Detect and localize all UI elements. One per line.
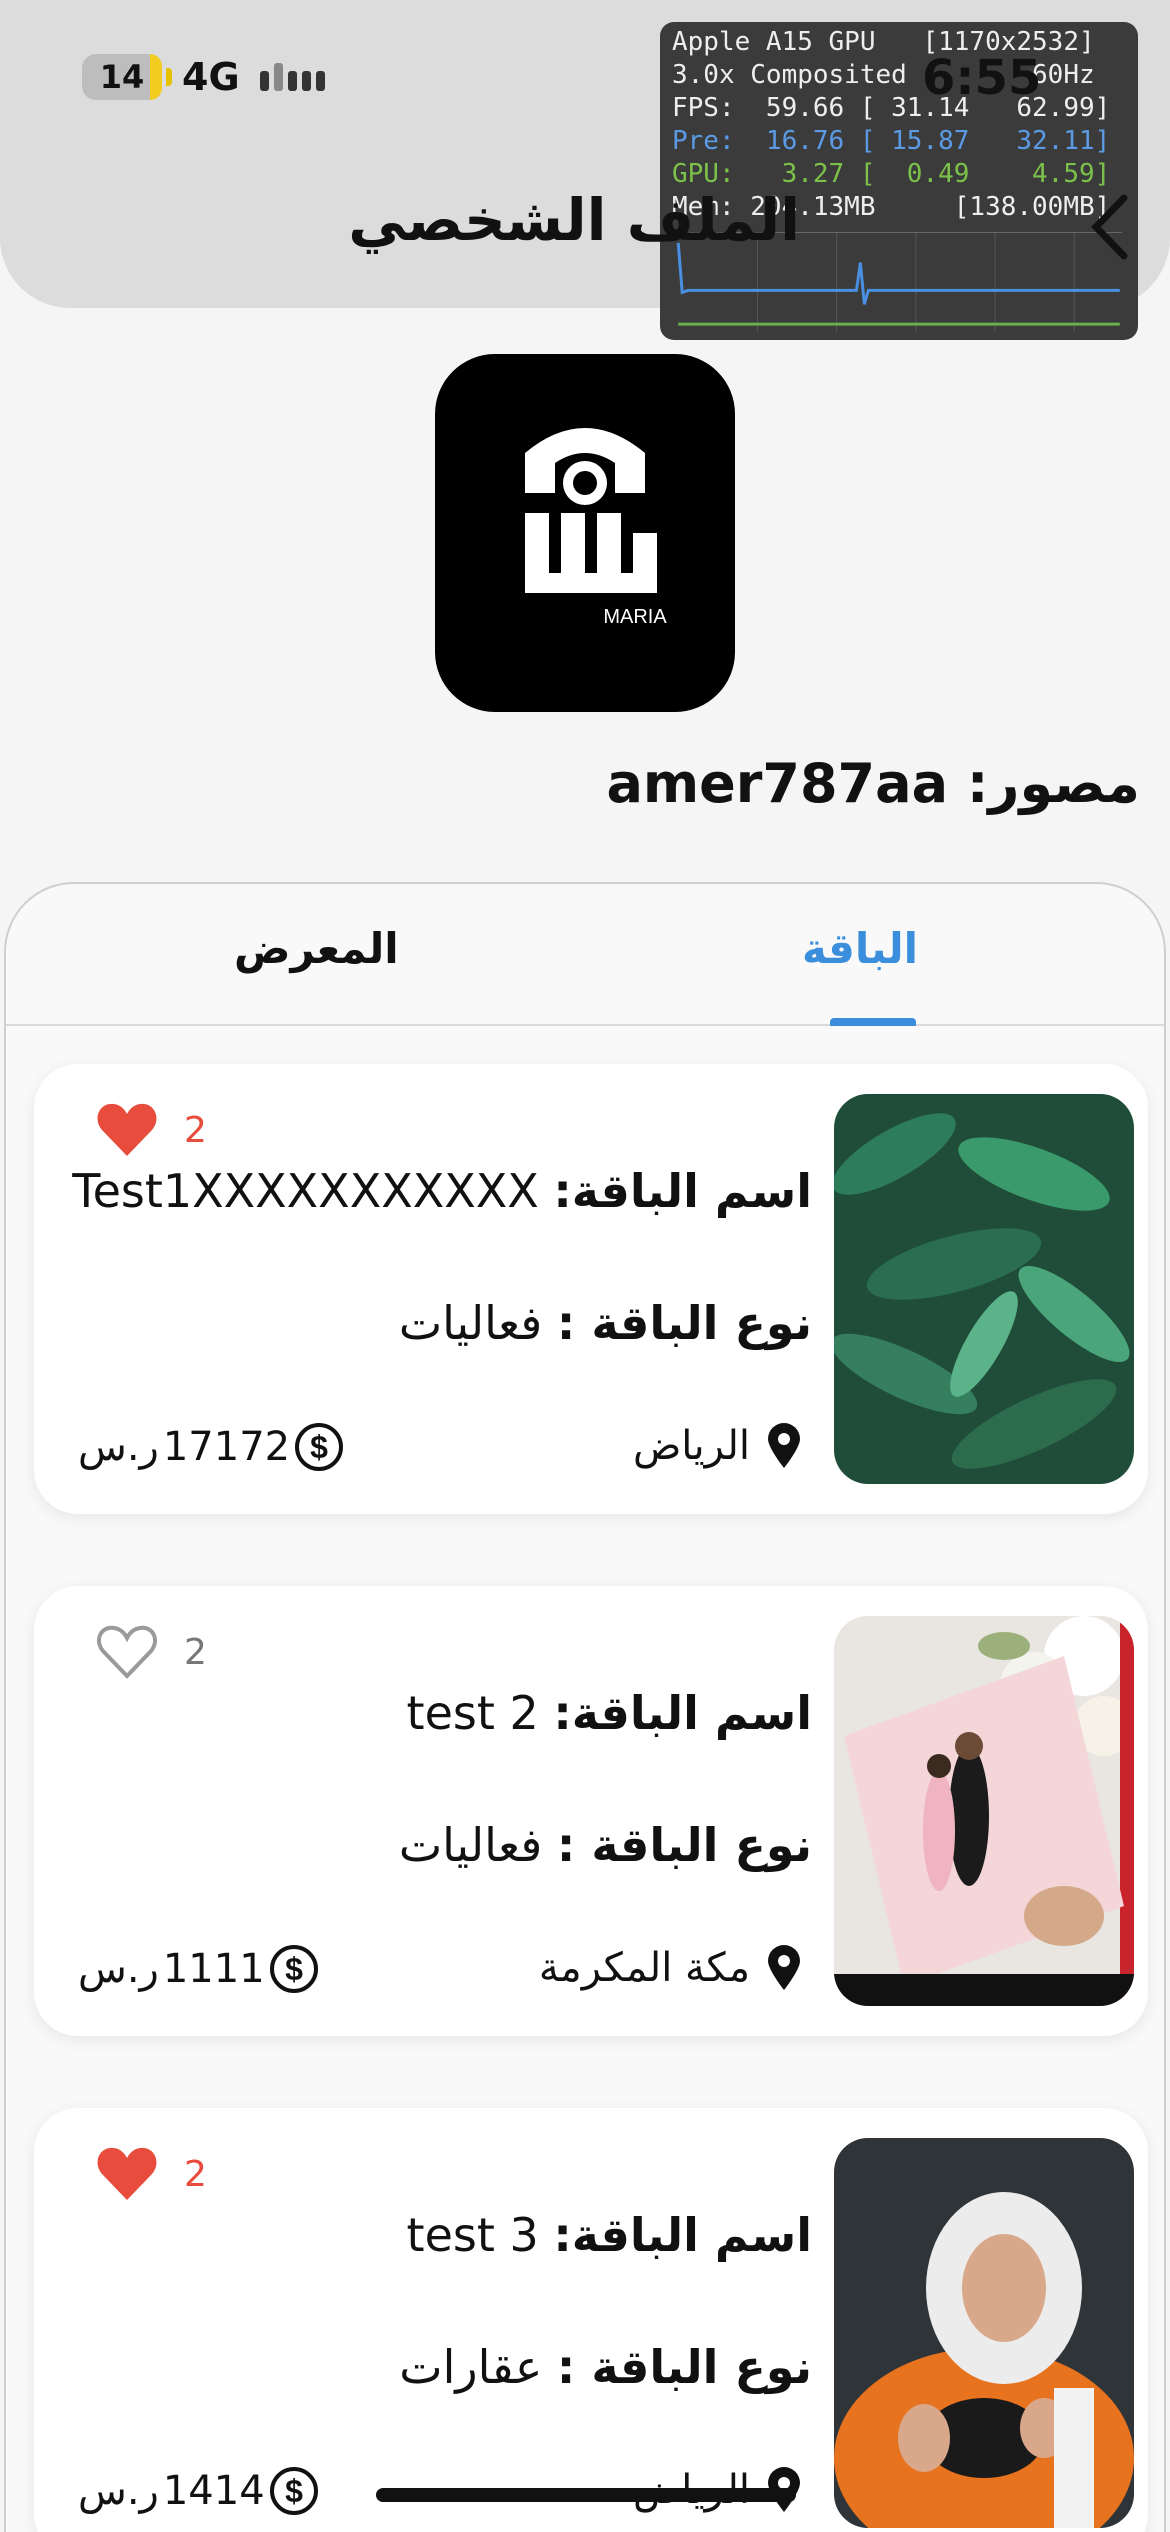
svg-text:$: $ [310, 1429, 328, 1465]
like-count: 2 [184, 2153, 207, 2195]
package-name-value: Test1XXXXXXXXXXX… [72, 1164, 539, 1218]
price-value: 1414 [162, 2468, 265, 2514]
svg-text:MARIA: MARIA [603, 606, 667, 628]
tab-gallery[interactable]: المعرض [234, 924, 399, 973]
package-type-value: فعاليات [398, 1818, 543, 1872]
profile-logo: MARIA [435, 354, 735, 712]
network-type: 4G [182, 55, 240, 99]
status-time: 6:55 [922, 50, 1042, 106]
like-control[interactable]: 2 [96, 1624, 207, 1680]
package-image [834, 1094, 1134, 1484]
battery-indicator: 14 [82, 54, 172, 100]
like-count: 2 [184, 1631, 207, 1673]
package-name-label: اسم الباقة: [553, 2208, 812, 2262]
like-count: 2 [184, 1109, 207, 1151]
package-image [834, 2138, 1134, 2528]
tab-packages[interactable]: الباقة [802, 924, 918, 973]
currency-text: ر.س [78, 1424, 159, 1470]
package-name-value: test 2 [406, 1686, 539, 1740]
price-value: 17172 [162, 1424, 291, 1470]
package-name-value: test 3 [406, 2208, 539, 2262]
currency-text: ر.س [78, 1946, 159, 1992]
tab-indicator [830, 1018, 916, 1026]
overlay-line: 3.0x Composited 60Hz [672, 60, 1095, 90]
package-card[interactable]: 2 اسم الباقة: test 3 نوع الباقة : عقارات… [34, 2108, 1148, 2532]
packages-panel: الباقة المعرض 2 اسم الباقة: Test1XXXXXXX… [4, 882, 1166, 2532]
package-price: ر.س 1111 $ [78, 1944, 319, 1994]
dollar-circle-icon: $ [269, 2467, 318, 2515]
package-name-label: اسم الباقة: [553, 1686, 812, 1740]
heart-filled-icon[interactable] [96, 1102, 158, 1158]
photographer-name: مصور: amer787aa [606, 752, 1140, 815]
package-card[interactable]: 2 اسم الباقة: test 2 نوع الباقة : فعاليا… [34, 1586, 1148, 2036]
signal-icon [259, 63, 325, 91]
package-location: مكة المكرمة [539, 1944, 802, 1992]
package-price: ر.س 17172 $ [78, 1422, 344, 1472]
dollar-circle-icon: $ [269, 1945, 318, 1993]
debug-performance-overlay: Apple A15 GPU [1170x2532] 3.0x Composite… [660, 22, 1138, 340]
heart-filled-icon[interactable] [96, 2146, 158, 2202]
package-name: اسم الباقة: test 2 [407, 1686, 812, 1740]
overlay-line: Pre: 16.76 [ 15.87 32.11] [672, 126, 1111, 156]
price-value: 1111 [162, 1946, 265, 1992]
location-text: الرياض [632, 1423, 750, 1469]
location-text: مكة المكرمة [538, 1945, 750, 1991]
like-control[interactable]: 2 [96, 2146, 207, 2202]
package-type-label: نوع الباقة : [556, 1296, 812, 1350]
package-card[interactable]: 2 اسم الباقة: Test1XXXXXXXXXXX… نوع البا… [34, 1064, 1148, 1514]
like-control[interactable]: 2 [96, 1102, 207, 1158]
package-type: نوع الباقة : فعاليات [399, 1296, 812, 1350]
package-type-value: فعاليات [398, 1296, 543, 1350]
package-location: الرياض [633, 1422, 802, 1470]
package-type-label: نوع الباقة : [556, 1818, 812, 1872]
package-price: ر.س 1414 $ [78, 2466, 319, 2516]
status-bar-left: 14 4G [82, 54, 325, 100]
package-type: نوع الباقة : فعاليات [399, 1818, 812, 1872]
battery-level: 14 [99, 58, 145, 96]
location-pin-icon [768, 1945, 800, 1990]
svg-text:$: $ [285, 2473, 303, 2509]
heart-outline-icon[interactable] [96, 1624, 158, 1680]
currency-text: ر.س [78, 2468, 159, 2514]
package-image [834, 1616, 1134, 2006]
page-title: الملف الشخصي [348, 186, 800, 254]
package-type-label: نوع الباقة : [556, 2340, 812, 2394]
home-indicator[interactable] [376, 2488, 796, 2502]
chevron-left-icon[interactable] [1088, 192, 1134, 262]
maria-logo-icon: MARIA [525, 428, 667, 628]
dollar-circle-icon: $ [295, 1423, 344, 1471]
location-pin-icon [768, 1423, 800, 1468]
tab-bar: الباقة المعرض [6, 884, 1164, 1026]
package-name: اسم الباقة: test 3 [407, 2208, 812, 2262]
package-type-value: عقارات [399, 2340, 543, 2394]
package-name-label: اسم الباقة: [553, 1164, 812, 1218]
package-type: نوع الباقة : عقارات [399, 2340, 812, 2394]
overlay-line: Apple A15 GPU [1170x2532] [672, 27, 1095, 57]
svg-text:$: $ [285, 1951, 303, 1987]
package-name: اسم الباقة: Test1XXXXXXXXXXX… [72, 1164, 812, 1218]
overlay-line: FPS: 59.66 [ 31.14 62.99] [672, 93, 1111, 123]
